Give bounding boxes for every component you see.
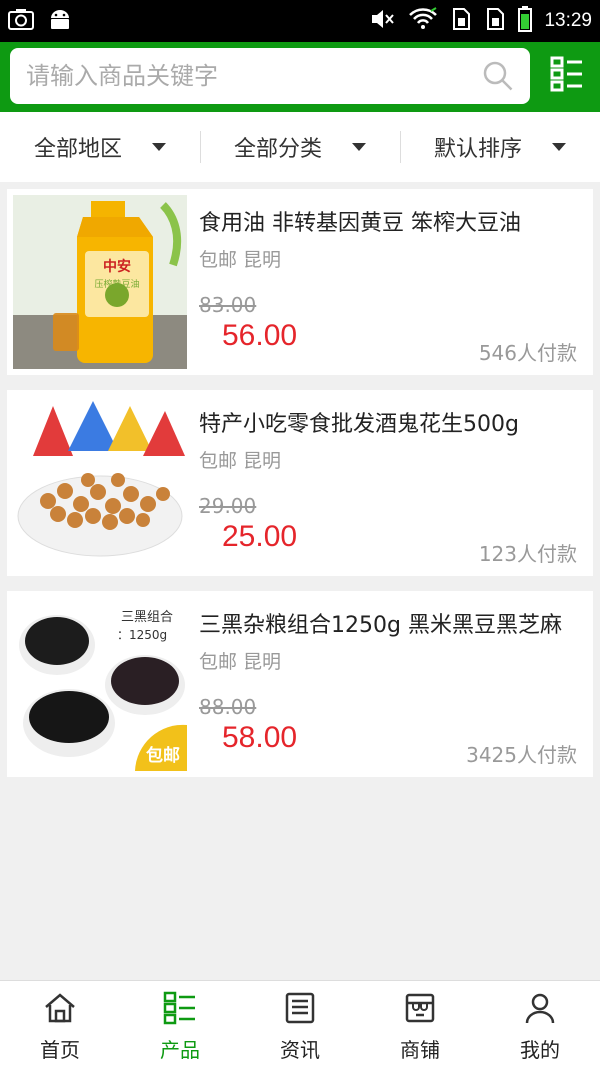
nav-home-label: 首页 bbox=[40, 1038, 80, 1062]
free-shipping-badge: 包邮 bbox=[146, 745, 180, 766]
product-price: 58.00 bbox=[222, 721, 298, 754]
product-sold-count: 3425人付款 bbox=[466, 743, 577, 767]
nav-products-label: 产品 bbox=[160, 1038, 200, 1062]
nav-shops[interactable]: 商铺 bbox=[360, 981, 480, 1067]
nav-products[interactable]: 产品 bbox=[120, 981, 240, 1067]
product-meta: 包邮 昆明 bbox=[199, 249, 282, 271]
filter-sort[interactable]: 默认排序 bbox=[400, 112, 600, 182]
filter-category-label: 全部分类 bbox=[233, 137, 322, 162]
android-icon bbox=[48, 7, 72, 35]
caret-down-icon bbox=[352, 143, 366, 151]
product-title: 特产小吃零食批发酒鬼花生500g bbox=[199, 412, 519, 437]
oil-sub-text: 压榨熟豆油 bbox=[94, 278, 139, 290]
shop-icon bbox=[403, 991, 437, 1034]
mute-icon bbox=[370, 7, 396, 35]
grains-label: 三黑组合 bbox=[121, 610, 173, 625]
caret-down-icon bbox=[152, 143, 166, 151]
oil-brand-text: 中安 bbox=[103, 258, 131, 275]
product-title: 食用油 非转基因黄豆 笨榨大豆油 bbox=[199, 211, 521, 236]
product-title: 三黑杂粮组合1250g 黑米黑豆黑芝麻 bbox=[199, 613, 562, 638]
filter-region-label: 全部地区 bbox=[33, 137, 122, 162]
wifi-icon bbox=[408, 7, 438, 35]
filter-sort-label: 默认排序 bbox=[433, 137, 522, 162]
search-input[interactable] bbox=[26, 56, 476, 96]
home-icon bbox=[43, 991, 77, 1034]
bottom-nav: 首页 产品 资讯 商铺 我的 bbox=[0, 980, 600, 1067]
news-icon bbox=[283, 991, 317, 1034]
product-card[interactable]: 特产小吃零食批发酒鬼花生500g 包邮 昆明 29.00 25.00 123人付… bbox=[7, 390, 593, 576]
product-list: 中安 压榨熟豆油 食用油 非转基因黄豆 笨榨大豆油 包邮 昆明 83.00 56… bbox=[7, 189, 593, 792]
product-image-oil: 中安 压榨熟豆油 bbox=[13, 195, 187, 369]
nav-shops-label: 商铺 bbox=[400, 1038, 440, 1062]
product-sold-count: 123人付款 bbox=[478, 542, 577, 566]
nav-home[interactable]: 首页 bbox=[0, 981, 120, 1067]
product-image-peanuts bbox=[13, 396, 187, 570]
screenshot-icon bbox=[8, 8, 34, 34]
filter-region[interactable]: 全部地区 bbox=[0, 112, 200, 182]
grains-sub-label: ：1250g bbox=[117, 628, 167, 642]
product-old-price: 83.00 bbox=[199, 293, 257, 317]
user-icon bbox=[523, 991, 557, 1034]
product-card[interactable]: 三黑组合 ：1250g 包邮 三黑杂粮组合1250g 黑米黑豆黑芝麻 包邮 昆明… bbox=[7, 591, 593, 777]
filter-bar: 全部地区 全部分类 默认排序 bbox=[0, 112, 600, 182]
caret-down-icon bbox=[552, 143, 566, 151]
product-card[interactable]: 中安 压榨熟豆油 食用油 非转基因黄豆 笨榨大豆油 包邮 昆明 83.00 56… bbox=[7, 189, 593, 375]
nav-news-label: 资讯 bbox=[280, 1038, 320, 1062]
header bbox=[0, 42, 600, 112]
nav-me[interactable]: 我的 bbox=[480, 981, 600, 1067]
sim2-icon bbox=[484, 7, 506, 35]
product-image-grains: 三黑组合 ：1250g 包邮 bbox=[13, 597, 187, 771]
product-old-price: 88.00 bbox=[199, 695, 257, 719]
product-meta: 包邮 昆明 bbox=[199, 450, 282, 472]
status-bar: 13:29 bbox=[0, 0, 600, 42]
product-price: 25.00 bbox=[222, 520, 298, 553]
nav-me-label: 我的 bbox=[520, 1038, 560, 1062]
clock: 13:29 bbox=[544, 10, 592, 31]
product-meta: 包邮 昆明 bbox=[199, 651, 282, 673]
sim1-icon bbox=[450, 7, 472, 35]
battery-icon bbox=[518, 6, 533, 36]
nav-news[interactable]: 资讯 bbox=[240, 981, 360, 1067]
product-list-icon bbox=[163, 991, 197, 1034]
search-icon[interactable] bbox=[482, 60, 514, 96]
product-old-price: 29.00 bbox=[199, 494, 257, 518]
product-price: 56.00 bbox=[222, 319, 298, 352]
filter-category[interactable]: 全部分类 bbox=[200, 112, 400, 182]
list-menu-icon[interactable] bbox=[550, 54, 584, 94]
product-sold-count: 546人付款 bbox=[478, 341, 577, 365]
search-box[interactable] bbox=[10, 48, 530, 104]
